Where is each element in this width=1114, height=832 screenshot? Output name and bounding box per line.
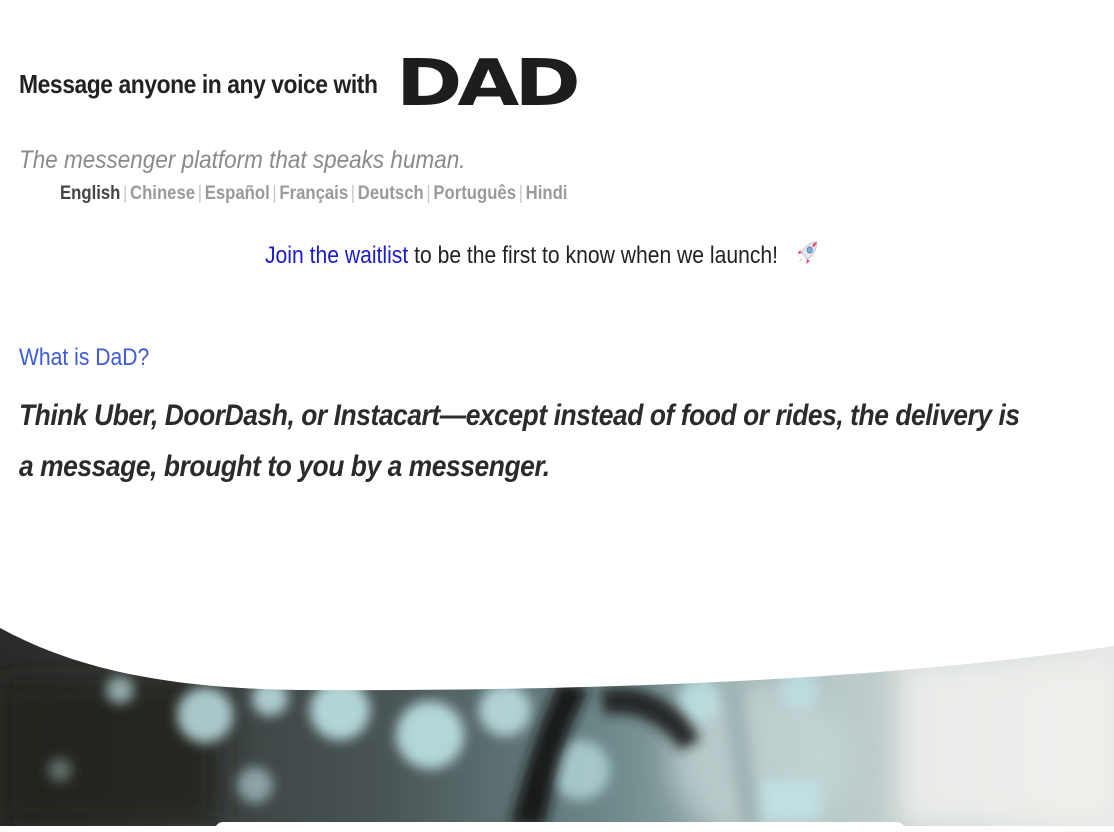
hero-image [0, 620, 1114, 826]
lang-francais[interactable]: Français [279, 183, 348, 204]
waitlist-text: to be the first to know when we launch! [408, 242, 779, 269]
lang-separator: | [426, 183, 431, 204]
lang-separator: | [350, 183, 356, 204]
waitlist-banner: Join the waitlist to be the first to kno… [265, 237, 821, 276]
about-body: Think Uber, DoorDash, or Instacart—excep… [19, 399, 1020, 483]
join-waitlist-link[interactable]: Join the waitlist [265, 242, 408, 269]
dad-logo[interactable]: DAD [396, 52, 581, 116]
about-title: What is DaD? [19, 344, 150, 371]
lang-deutsch[interactable]: Deutsch [358, 183, 424, 204]
tagline: The messenger platform that speaks human… [19, 146, 466, 174]
rocket-icon [793, 237, 821, 276]
lang-espanol[interactable]: Español [205, 183, 270, 204]
lang-separator: | [123, 183, 128, 204]
lang-separator: | [518, 183, 524, 204]
lang-portugues[interactable]: Português [433, 183, 516, 204]
bottom-card [215, 822, 905, 832]
lang-hindi[interactable]: Hindi [526, 183, 568, 204]
headline: Message anyone in any voice with [19, 68, 378, 99]
language-switcher: English | Chinese | Español | Français | Deutsch… [60, 183, 567, 205]
lang-chinese[interactable]: Chinese [130, 183, 195, 204]
lang-english[interactable]: English [60, 183, 120, 204]
lang-separator: | [272, 183, 277, 204]
header: Message anyone in any voice with DAD [19, 52, 581, 116]
lang-separator: | [197, 183, 203, 204]
